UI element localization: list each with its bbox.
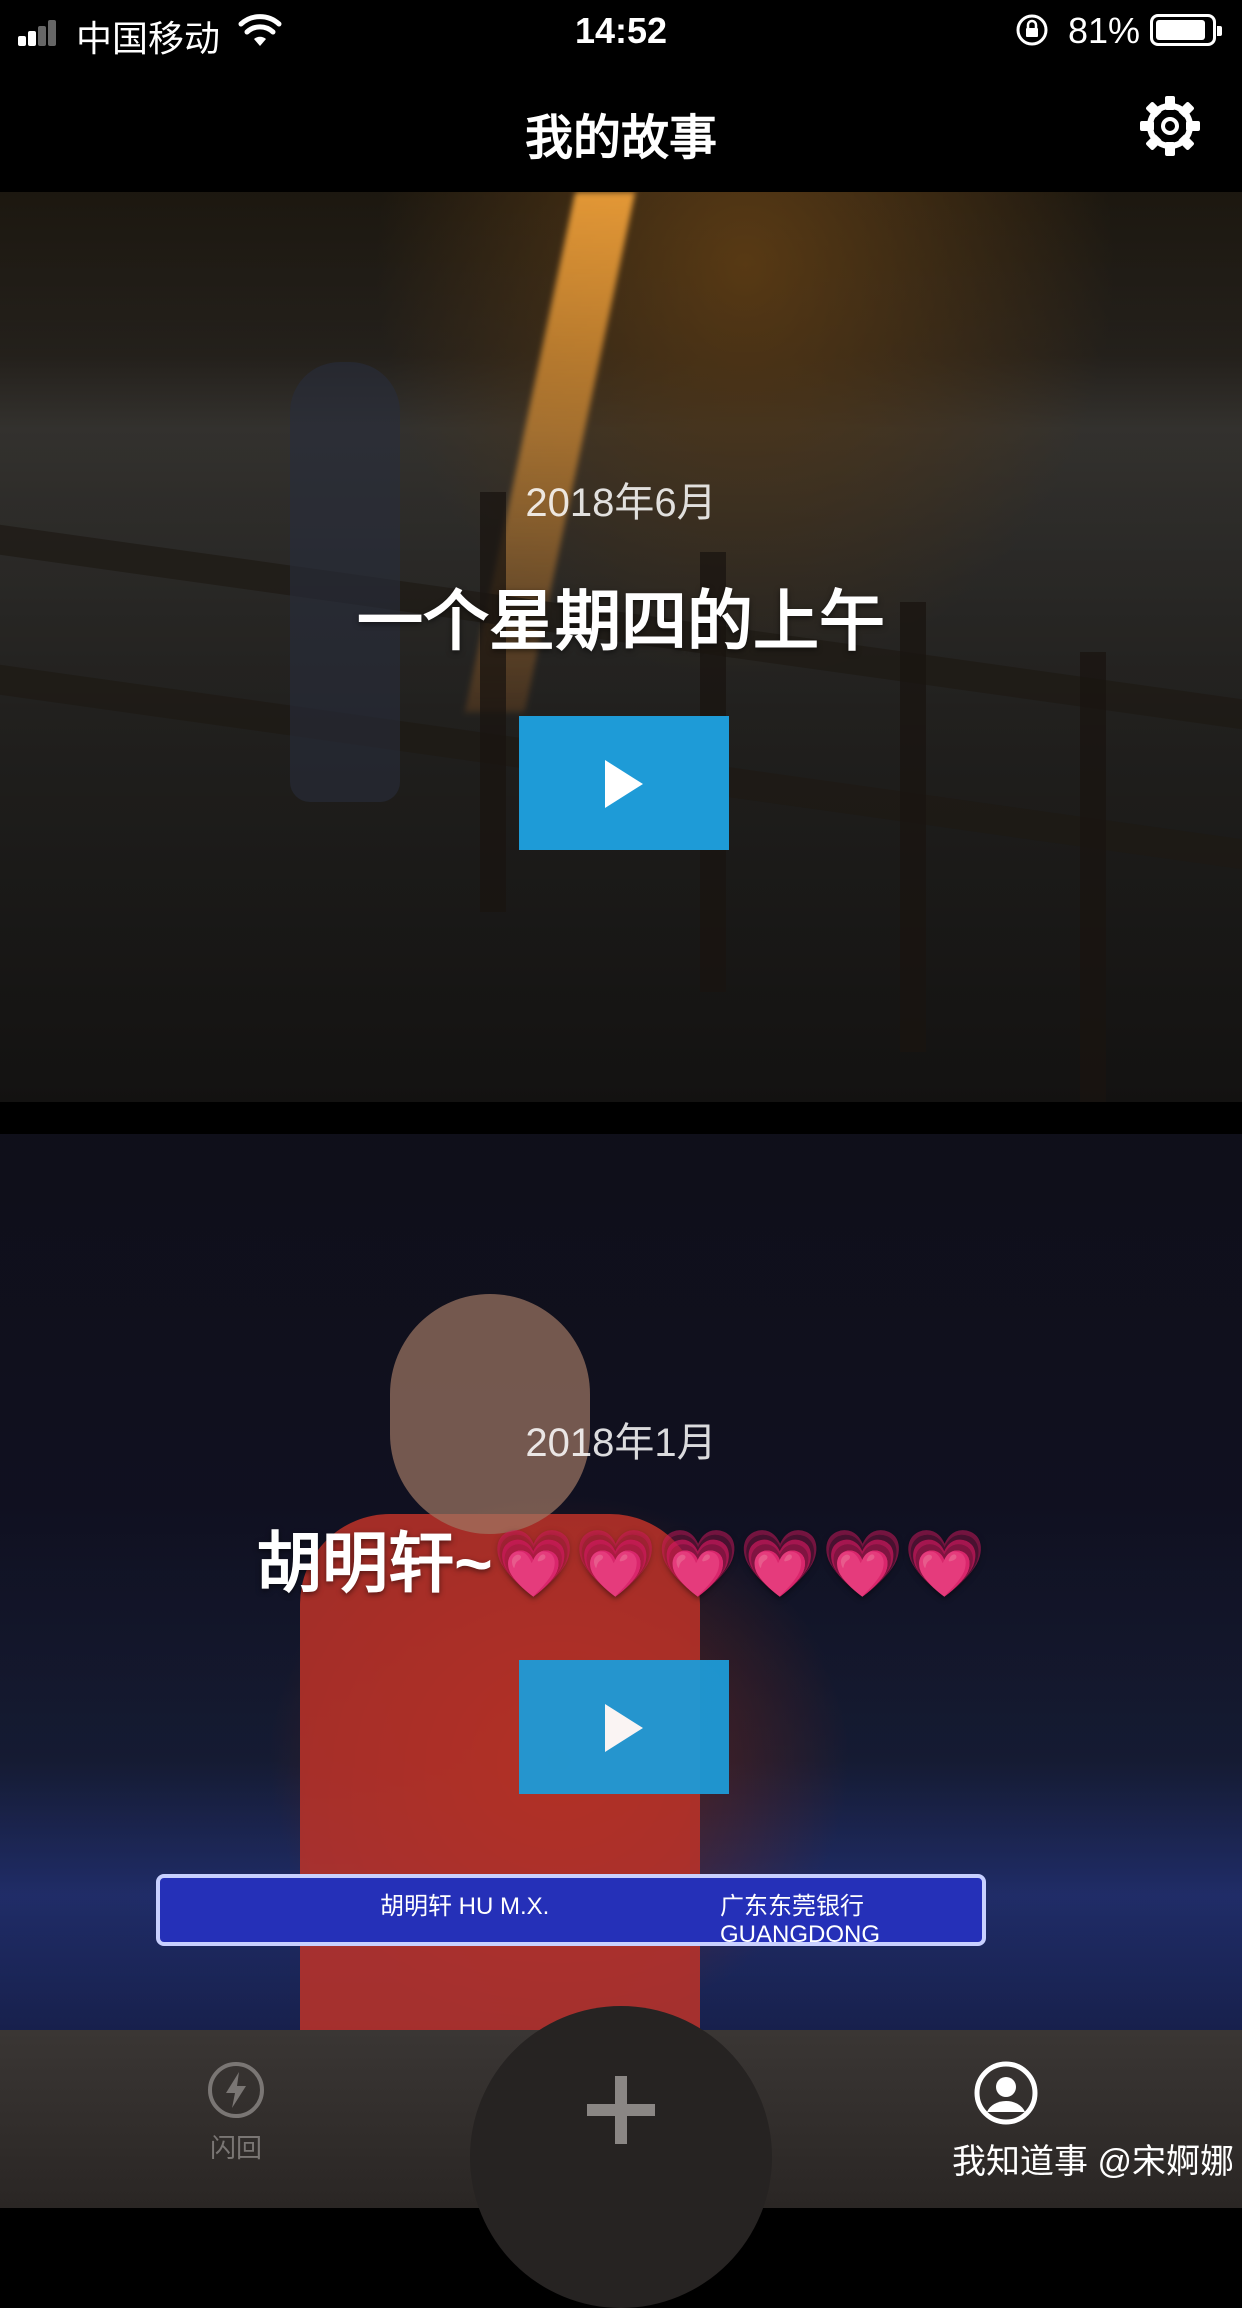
play-button[interactable] xyxy=(519,1660,729,1794)
tab-flashback[interactable]: 闪回 xyxy=(156,2060,316,2165)
story-card[interactable]: 2018年6月 一个星期四的上午 xyxy=(0,192,1242,1102)
rotation-lock-icon xyxy=(1016,14,1048,46)
profile-icon xyxy=(974,2061,1038,2125)
status-time: 14:52 xyxy=(574,10,668,51)
story-title: 胡明轩~💗💗💗💗💗💗 xyxy=(256,1526,986,1600)
story-date: 2018年6月 xyxy=(525,481,717,525)
play-button[interactable] xyxy=(519,716,729,850)
page-title: 我的故事 xyxy=(524,112,717,165)
gear-icon[interactable] xyxy=(1138,94,1202,158)
nav-bar: 我的故事 xyxy=(0,62,1242,192)
watermark: 我知道事 @宋婀娜 xyxy=(952,2143,1234,2181)
broadcast-player-name: 胡明轩 HU M.X. xyxy=(380,1893,550,1920)
plus-icon[interactable] xyxy=(571,2060,671,2160)
play-icon xyxy=(605,760,643,808)
tab-flashback-label: 闪回 xyxy=(209,2133,262,2163)
story-title: 一个星期四的上午 xyxy=(357,584,885,658)
status-bar: 中国移动 14:52 81% xyxy=(0,0,1242,62)
battery-percent: 81% xyxy=(1068,10,1141,51)
play-icon xyxy=(605,1704,643,1752)
story-card[interactable]: 胡明轩 HU M.X. 广东东莞银行 GUANGDONG 2018年1月 胡明轩… xyxy=(0,1134,1242,2030)
tab-profile[interactable] xyxy=(926,2060,1086,2126)
battery-icon xyxy=(1150,14,1222,46)
broadcast-team-name: 广东东莞银行 GUANGDONG xyxy=(720,1893,881,1948)
flash-icon xyxy=(208,2062,264,2118)
story-date: 2018年1月 xyxy=(525,1421,717,1465)
broadcast-caption: 胡明轩 HU M.X. 广东东莞银行 GUANGDONG xyxy=(156,1874,986,1948)
